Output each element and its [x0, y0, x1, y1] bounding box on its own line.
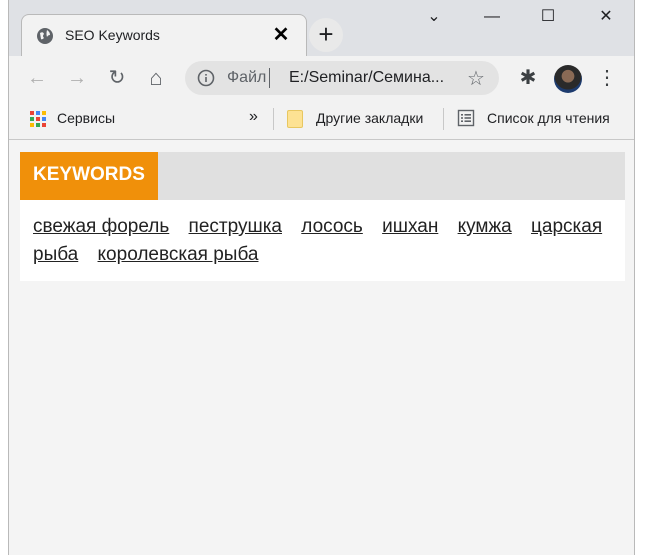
bookmark-star-icon[interactable]: ☆: [467, 66, 485, 91]
browser-window: SEO Keywords ✕ + ⌄ — ☐ ✕ ← → ↻ ⌂ Файл E:…: [8, 0, 635, 555]
keyword-link[interactable]: пеструшка: [189, 216, 282, 237]
bookmarks-overflow-icon[interactable]: »: [249, 108, 258, 126]
keywords-header: KEYWORDS: [20, 152, 625, 200]
profile-avatar[interactable]: [554, 65, 582, 93]
keyword-link[interactable]: королевская рыба: [98, 244, 259, 265]
tab-seo-keywords[interactable]: SEO Keywords ✕: [21, 14, 307, 56]
keywords-title: KEYWORDS: [20, 152, 158, 200]
menu-icon[interactable]: ⋮: [593, 64, 621, 92]
folder-icon: [287, 110, 303, 128]
bookmarks-divider: [273, 108, 274, 130]
back-icon[interactable]: ←: [23, 64, 51, 92]
apps-icon[interactable]: [29, 110, 47, 128]
keyword-link[interactable]: ишхан: [382, 216, 438, 237]
keyword-link[interactable]: свежая форель: [33, 216, 169, 237]
new-tab-button[interactable]: +: [309, 18, 343, 52]
close-tab-icon[interactable]: ✕: [270, 23, 292, 47]
scheme-label: Файл: [227, 69, 267, 86]
tab-title: SEO Keywords: [65, 27, 160, 43]
keywords-list: свежая форель пеструшка лосось ишхан кум…: [33, 213, 603, 269]
page-content: KEYWORDS свежая форель пеструшка лосось …: [9, 141, 634, 555]
forward-icon[interactable]: →: [63, 64, 91, 92]
globe-icon: [36, 27, 54, 45]
toolbar: ← → ↻ ⌂ Файл E:/Seminar/Семина... ☆ ✱ ⋮: [9, 56, 634, 100]
reload-icon[interactable]: ↻: [103, 64, 131, 92]
reading-list-icon: [457, 109, 475, 127]
keyword-link[interactable]: кумжа: [458, 216, 512, 237]
omnibox-divider: [269, 68, 270, 88]
extensions-icon[interactable]: ✱: [514, 64, 542, 92]
home-icon[interactable]: ⌂: [142, 64, 170, 92]
tab-strip: SEO Keywords ✕ + ⌄ — ☐ ✕: [9, 0, 634, 56]
address-bar[interactable]: Файл E:/Seminar/Семина... ☆: [185, 61, 499, 95]
close-window-icon[interactable]: ✕: [591, 4, 621, 30]
maximize-icon[interactable]: ☐: [533, 4, 563, 30]
bookmarks-bar: Сервисы » Другие закладки Список для чте…: [9, 100, 634, 140]
keyword-link[interactable]: лосось: [301, 216, 363, 237]
bookmarks-divider-2: [443, 108, 444, 130]
other-bookmarks[interactable]: Другие закладки: [316, 110, 423, 126]
info-icon[interactable]: [197, 69, 215, 87]
reading-list[interactable]: Список для чтения: [487, 110, 610, 126]
tab-search-icon[interactable]: ⌄: [419, 4, 449, 30]
bookmark-apps[interactable]: Сервисы: [57, 110, 115, 126]
url-text[interactable]: E:/Seminar/Семина...: [289, 69, 459, 87]
minimize-icon[interactable]: —: [477, 4, 507, 30]
keywords-widget: KEYWORDS свежая форель пеструшка лосось …: [20, 152, 625, 281]
